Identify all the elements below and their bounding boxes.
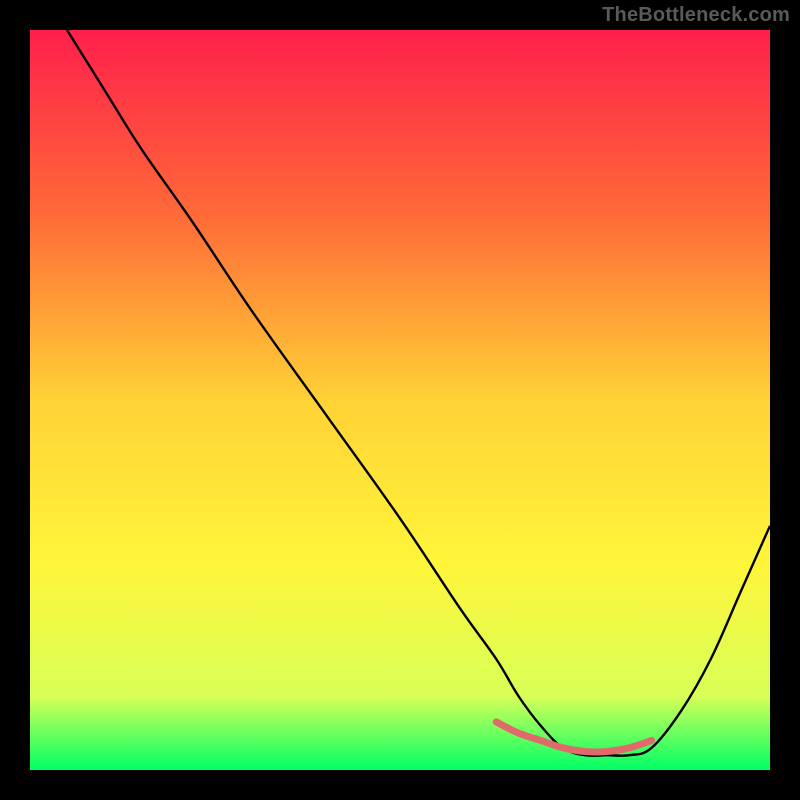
watermark: TheBottleneck.com [602, 4, 790, 27]
plot-background [30, 30, 770, 770]
chart-frame: { "watermark": "TheBottleneck.com", "cha… [0, 0, 800, 800]
chart-svg [0, 0, 800, 800]
